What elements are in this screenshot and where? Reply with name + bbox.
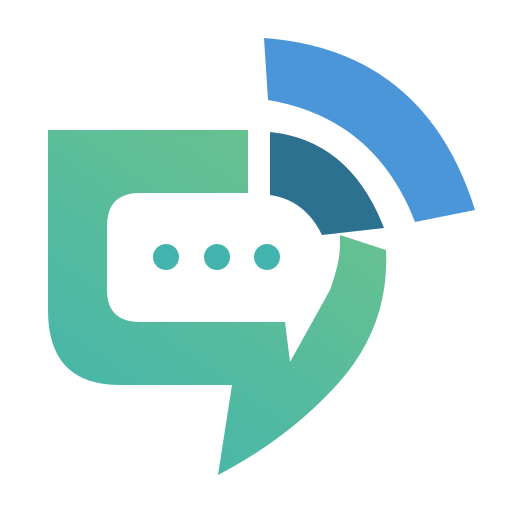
typing-dot-1 [153,244,179,270]
logo-canvas [0,0,512,512]
signal-arc-inner-icon [270,132,384,235]
chat-signal-logo-icon [48,38,475,475]
typing-dot-2 [204,244,230,270]
typing-dot-3 [254,244,280,270]
